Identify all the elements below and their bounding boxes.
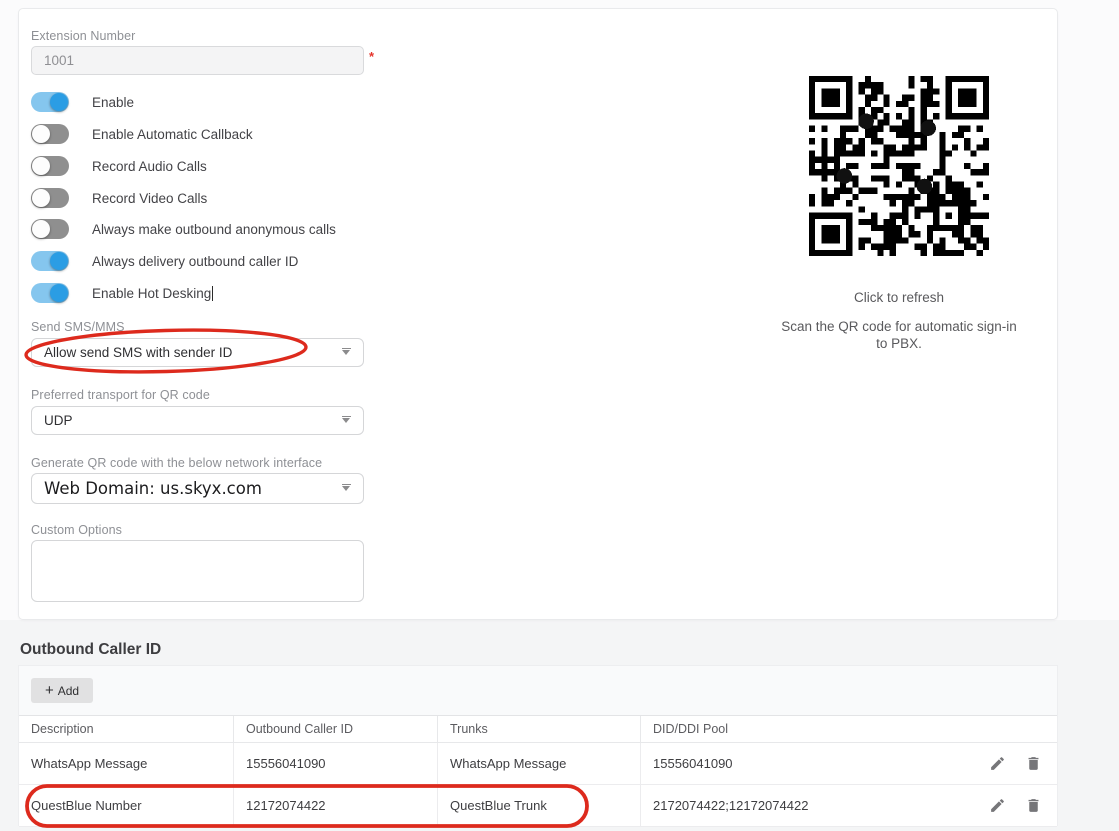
column-header-caller-id: Outbound Caller ID: [234, 716, 438, 742]
table-header-row: Description Outbound Caller ID Trunks DI…: [19, 716, 1057, 743]
extension-settings-page: Extension Number 1001 * Enable Enable Au…: [0, 0, 1119, 831]
table-row: QuestBlue Number 12172074422 QuestBlue T…: [19, 785, 1057, 827]
toggle-knob: [50, 284, 68, 302]
edit-button[interactable]: [989, 755, 1006, 772]
required-asterisk: *: [369, 49, 375, 64]
cell-description: QuestBlue Number: [19, 785, 234, 826]
toggle-hot-desking[interactable]: Enable Hot Desking: [31, 283, 214, 303]
custom-options-label: Custom Options: [31, 523, 123, 537]
extension-form-card: Extension Number 1001 * Enable Enable Au…: [18, 8, 1058, 620]
column-header-actions: [956, 716, 1057, 742]
extension-number-value: 1001: [44, 53, 75, 68]
cell-did-pool: 15556041090: [653, 756, 733, 771]
network-interface-value: Web Domain: us.skyx.com: [44, 479, 262, 498]
toggle-record-video[interactable]: Record Video Calls: [31, 188, 207, 208]
trash-icon: [1028, 799, 1039, 812]
toggle-label: Record Video Calls: [92, 190, 208, 206]
outbound-caller-id-table: Description Outbound Caller ID Trunks DI…: [19, 715, 1057, 827]
edit-button[interactable]: [989, 797, 1006, 814]
send-sms-select[interactable]: Allow send SMS with sender ID: [31, 338, 364, 367]
toggle-switch[interactable]: [31, 251, 69, 271]
send-sms-value: Allow send SMS with sender ID: [44, 345, 233, 360]
outbound-caller-id-panel: + Add Description Outbound Caller ID Tru…: [18, 665, 1058, 827]
transport-label: Preferred transport for QR code: [31, 388, 210, 402]
extension-number-input[interactable]: 1001: [31, 46, 364, 75]
chevron-down-icon: [341, 415, 351, 423]
extension-number-label: Extension Number: [31, 29, 136, 43]
column-header-trunks: Trunks: [438, 716, 641, 742]
toggle-knob: [50, 93, 68, 111]
transport-select[interactable]: UDP: [31, 406, 364, 435]
column-header-description: Description: [19, 716, 234, 742]
toggle-knob: [32, 157, 50, 175]
text-cursor-artifact: [212, 285, 214, 301]
cell-trunks: WhatsApp Message: [438, 743, 641, 784]
send-sms-label: Send SMS/MMS: [31, 320, 125, 334]
toggle-label: Always make outbound anonymous calls: [92, 221, 336, 237]
pencil-icon: [991, 799, 1004, 812]
qr-code[interactable]: [809, 76, 989, 256]
chevron-down-icon: [341, 483, 351, 491]
toggle-label: Record Audio Calls: [92, 158, 207, 174]
toggle-switch[interactable]: [31, 219, 69, 239]
plus-icon: +: [44, 681, 54, 699]
add-button[interactable]: + Add: [31, 678, 93, 703]
toggle-switch[interactable]: [31, 124, 69, 144]
toggle-label: Enable: [92, 94, 135, 110]
toggle-label: Enable Hot Desking: [92, 285, 214, 301]
cell-description: WhatsApp Message: [19, 743, 234, 784]
transport-value: UDP: [44, 413, 73, 428]
network-interface-select[interactable]: Web Domain: us.skyx.com: [31, 473, 364, 504]
delete-button[interactable]: [1025, 755, 1042, 772]
toggle-anonymous-calls[interactable]: Always make outbound anonymous calls: [31, 219, 336, 239]
trash-icon: [1028, 757, 1039, 770]
toggle-knob: [32, 220, 50, 238]
column-header-did-pool: DID/DDI Pool: [653, 722, 729, 736]
toggle-knob: [32, 189, 50, 207]
qr-refresh-caption: Click to refresh: [853, 290, 945, 305]
table-row: WhatsApp Message 15556041090 WhatsApp Me…: [19, 743, 1057, 785]
toggle-knob: [32, 125, 50, 143]
cell-caller-id: 12172074422: [234, 785, 438, 826]
add-button-label: Add: [57, 683, 80, 698]
cell-caller-id: 15556041090: [234, 743, 438, 784]
qr-scan-hint: Scan the QR code for automatic sign-in t…: [781, 319, 1017, 351]
pencil-icon: [991, 757, 1004, 770]
toggle-knob: [50, 252, 68, 270]
outbound-caller-id-title: Outbound Caller ID: [20, 641, 162, 658]
toggle-label: Always delivery outbound caller ID: [92, 253, 299, 269]
toggle-label: Enable Automatic Callback: [92, 126, 253, 142]
chevron-down-icon: [341, 347, 351, 355]
toggle-switch[interactable]: [31, 283, 69, 303]
toggle-record-audio[interactable]: Record Audio Calls: [31, 156, 207, 176]
toggle-switch[interactable]: [31, 156, 69, 176]
toggle-automatic-callback[interactable]: Enable Automatic Callback: [31, 124, 253, 144]
network-interface-label: Generate QR code with the below network …: [31, 456, 323, 470]
toggle-delivery-caller-id[interactable]: Always delivery outbound caller ID: [31, 251, 298, 271]
toggle-switch[interactable]: [31, 92, 69, 112]
toggle-switch[interactable]: [31, 188, 69, 208]
delete-button[interactable]: [1025, 797, 1042, 814]
cell-trunks: QuestBlue Trunk: [438, 785, 641, 826]
toggle-enable[interactable]: Enable: [31, 92, 134, 112]
qr-code-image: [809, 76, 989, 256]
custom-options-textarea[interactable]: [31, 540, 364, 602]
cell-did-pool: 2172074422;12172074422: [653, 798, 809, 813]
